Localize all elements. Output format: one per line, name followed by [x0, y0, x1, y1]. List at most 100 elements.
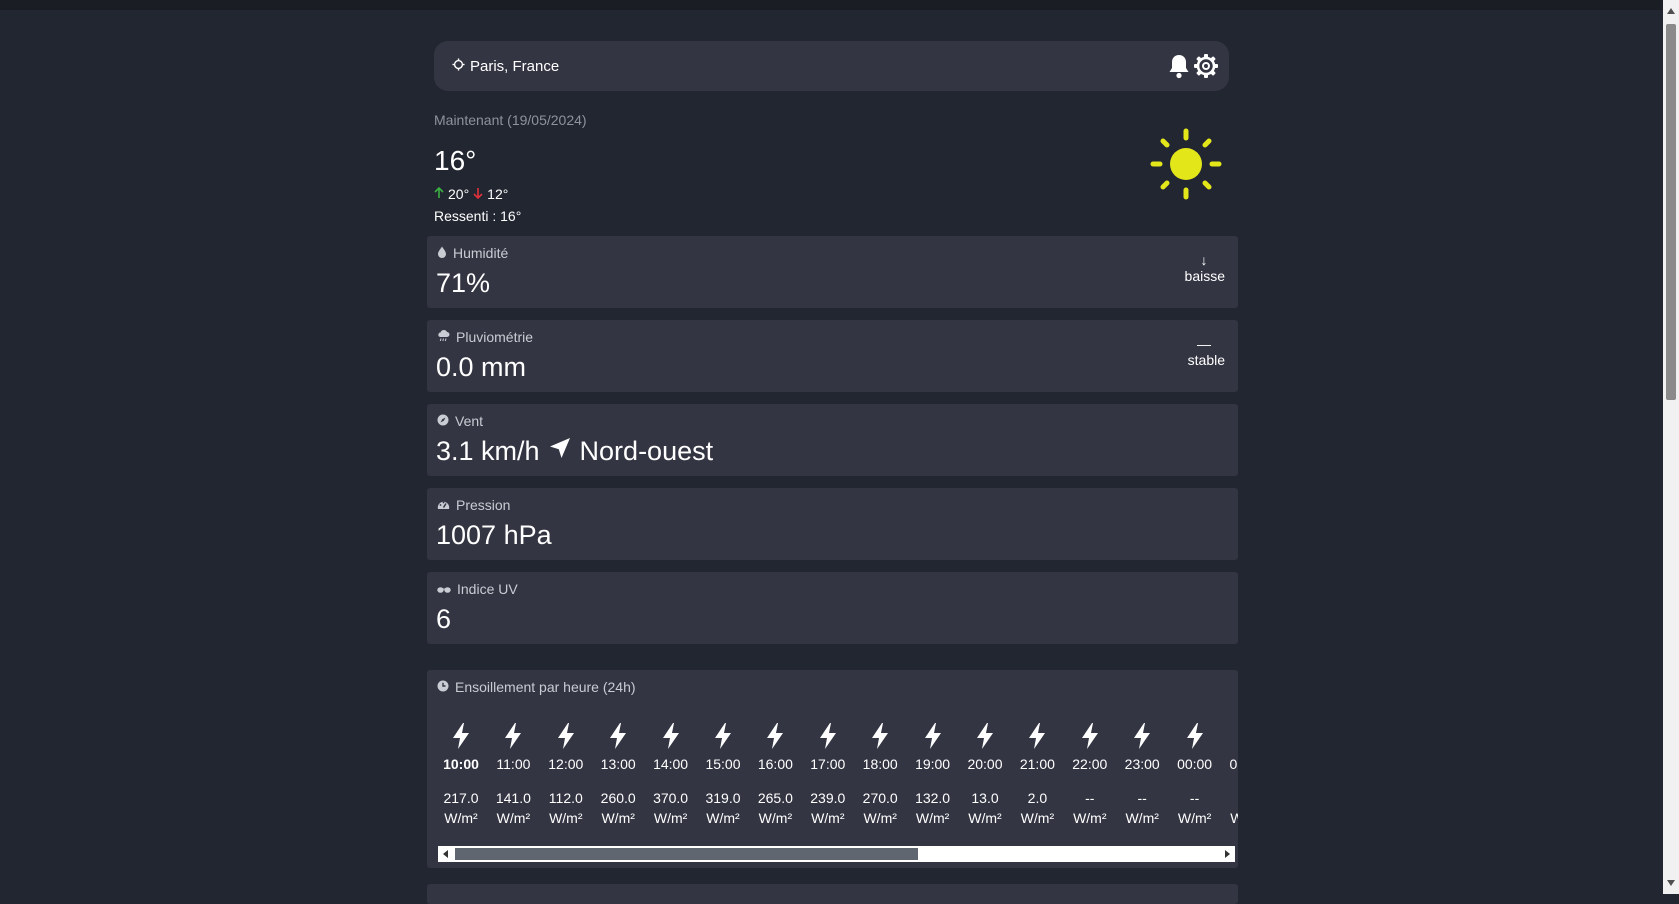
hour-unit: W/m²	[1125, 810, 1159, 826]
hour-item: 16:00 265.0 W/m²	[751, 722, 799, 826]
droplet-icon	[437, 245, 447, 261]
wind-speed: 3.1 km/h	[436, 436, 540, 466]
navigation-arrow-icon	[548, 436, 572, 467]
bell-icon[interactable]	[1167, 53, 1191, 84]
sun-icon	[1150, 128, 1222, 205]
current-temperature: 16°	[434, 145, 477, 176]
lightning-icon	[1171, 722, 1219, 750]
hour-time: 13:00	[600, 756, 636, 772]
compass-icon	[437, 413, 449, 429]
hourly-list[interactable]: 10:00 217.0 W/m² 11:00 141.0 W/m² 12:00 112.0 W/…	[437, 722, 1238, 832]
hour-unit: W/m²	[811, 810, 845, 826]
rain-trend: stable	[1187, 352, 1225, 368]
arrow-up-icon	[434, 186, 444, 202]
current-date: Maintenant (19/05/2024)	[434, 112, 587, 128]
gear-icon[interactable]	[1193, 53, 1219, 84]
lightning-icon	[751, 722, 799, 750]
rain-value: 0.0 mm	[436, 352, 527, 382]
rain-card: Pluviométrie 0.0 mm — stable	[427, 320, 1238, 392]
hour-item: 21:00 2.0 W/m²	[1013, 722, 1061, 826]
pressure-label: Pression	[456, 497, 511, 513]
hour-item: 18:00 270.0 W/m²	[856, 722, 904, 826]
hour-unit: W/m²	[549, 810, 583, 826]
hour-time: 12:00	[548, 756, 584, 772]
scroll-down-icon[interactable]	[1667, 880, 1675, 886]
scroll-left-icon[interactable]	[443, 850, 448, 858]
max-temperature: 20°	[448, 186, 470, 202]
hour-item: 15:00 319.0 W/m²	[699, 722, 747, 826]
location-name: Paris, France	[470, 58, 560, 75]
hour-unit: W/m²	[915, 810, 950, 826]
pressure-value: 1007 hPa	[436, 520, 552, 550]
vertical-scrollbar[interactable]	[1663, 0, 1679, 894]
scrollbar-thumb[interactable]	[455, 848, 918, 860]
lightning-icon	[1013, 722, 1061, 750]
hour-value: 265.0	[757, 790, 793, 806]
gauge-icon	[437, 497, 450, 513]
hour-time: 00:00	[1177, 756, 1213, 772]
wind-label: Vent	[455, 413, 484, 429]
hour-unit: W/m²	[444, 810, 478, 826]
location-header: Paris, France	[434, 41, 1229, 91]
lightning-icon	[1066, 722, 1114, 750]
lightning-icon	[961, 722, 1009, 750]
hour-item: 19:00 132.0 W/m²	[909, 722, 957, 826]
hour-time: 01:00	[1229, 756, 1238, 772]
hour-unit: W/m²	[706, 810, 740, 826]
hour-item: 22:00 -- W/m²	[1066, 722, 1114, 826]
hour-unit: W/m²	[968, 810, 1002, 826]
rain-cloud-icon	[437, 329, 450, 345]
hour-time: 20:00	[967, 756, 1003, 772]
hour-unit: W/m²	[1177, 810, 1212, 826]
sunglasses-icon	[437, 581, 451, 597]
humidity-value: 71%	[436, 268, 491, 298]
min-temperature: 12°	[487, 186, 509, 202]
hour-unit: W/m²	[653, 810, 688, 826]
hour-value: 217.0	[443, 790, 479, 806]
hour-unit: W/m²	[1073, 810, 1107, 826]
lightning-icon	[594, 722, 642, 750]
hour-time: 10:00	[443, 756, 479, 772]
hour-time: 22:00	[1072, 756, 1108, 772]
scroll-right-icon[interactable]	[1225, 850, 1230, 858]
trend-down-icon: ↓	[1200, 252, 1208, 268]
hour-unit: W/m²	[863, 810, 897, 826]
top-bar	[0, 0, 1663, 10]
hour-value: --	[1189, 790, 1200, 806]
wind-card: Vent 3.1 km/h Nord-ouest	[427, 404, 1238, 476]
hour-value: 141.0	[495, 790, 531, 806]
sunshine-card: Ensoillement par heure (24h) 10:00 217.0 W…	[427, 670, 1238, 868]
location-selector[interactable]: Paris, France	[452, 58, 559, 75]
lightning-icon	[489, 722, 537, 750]
uv-card: Indice UV 6	[427, 572, 1238, 644]
hour-unit: W/m²	[601, 810, 635, 826]
arrow-down-icon	[473, 186, 483, 202]
horizontal-scrollbar[interactable]	[438, 846, 1235, 862]
hour-value: 370.0	[653, 790, 689, 806]
hour-value: 270.0	[862, 790, 898, 806]
crosshair-icon	[452, 58, 465, 75]
lightning-icon	[1223, 722, 1238, 750]
hour-time: 18:00	[862, 756, 898, 772]
hour-item: 17:00 239.0 W/m²	[804, 722, 852, 826]
hour-value: 112.0	[548, 790, 583, 806]
trend-stable-icon: —	[1197, 336, 1211, 352]
hour-value: 260.0	[600, 790, 636, 806]
humidity-trend: baisse	[1184, 268, 1225, 284]
lightning-icon	[1118, 722, 1166, 750]
scrollbar-thumb[interactable]	[1666, 24, 1676, 400]
lightning-icon	[542, 722, 590, 750]
hour-value: 132.0	[915, 790, 951, 806]
feels-like: Ressenti : 16°	[434, 208, 522, 224]
lightning-icon	[909, 722, 957, 750]
humidity-label: Humidité	[453, 245, 509, 261]
hour-item: 20:00 13.0 W/m²	[961, 722, 1009, 826]
hour-time: 23:00	[1124, 756, 1160, 772]
lightning-icon	[647, 722, 695, 750]
scroll-up-icon[interactable]	[1667, 8, 1675, 14]
rain-label: Pluviométrie	[456, 329, 534, 345]
wind-direction: Nord-ouest	[579, 436, 714, 466]
hour-time: 14:00	[653, 756, 689, 772]
lightning-icon	[437, 722, 485, 750]
pressure-card: Pression 1007 hPa	[427, 488, 1238, 560]
